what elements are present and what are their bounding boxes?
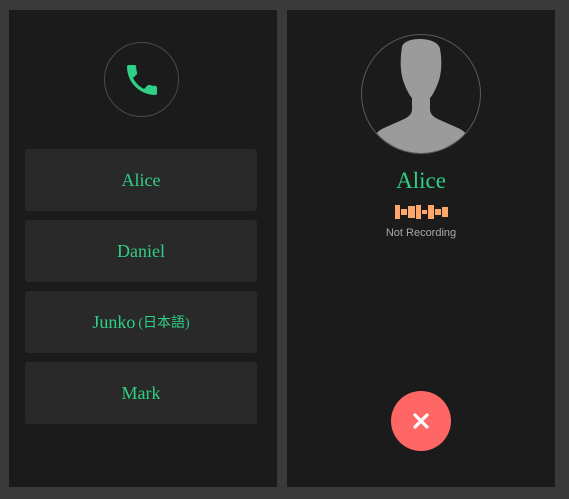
contact-item-daniel[interactable]: Daniel [25,220,257,282]
contact-item-junko[interactable]: Junko (日本語) [25,291,257,353]
contact-name: Daniel [117,240,165,261]
contact-language-tag: (日本語) [138,316,190,331]
contact-name: Junko [92,311,136,332]
contact-name: Alice [121,169,161,190]
contact-name: Mark [121,382,161,403]
hangup-button[interactable] [391,391,451,451]
contacts-panel: Alice Daniel Junko (日本語) Mark [9,10,277,487]
contact-list: Alice Daniel Junko (日本語) Mark [25,149,257,433]
audio-waveform-icon [395,205,448,219]
avatar [361,34,481,154]
contact-item-alice[interactable]: Alice [25,149,257,211]
recording-status: Not Recording [385,227,457,239]
person-silhouette-icon [370,38,472,153]
phone-icon [126,64,157,95]
contact-item-mark[interactable]: Mark [25,362,257,424]
call-panel: Alice Not Recording [287,10,555,487]
caller-name: Alice [396,168,446,193]
close-icon [413,413,429,429]
dial-button[interactable] [104,42,179,117]
